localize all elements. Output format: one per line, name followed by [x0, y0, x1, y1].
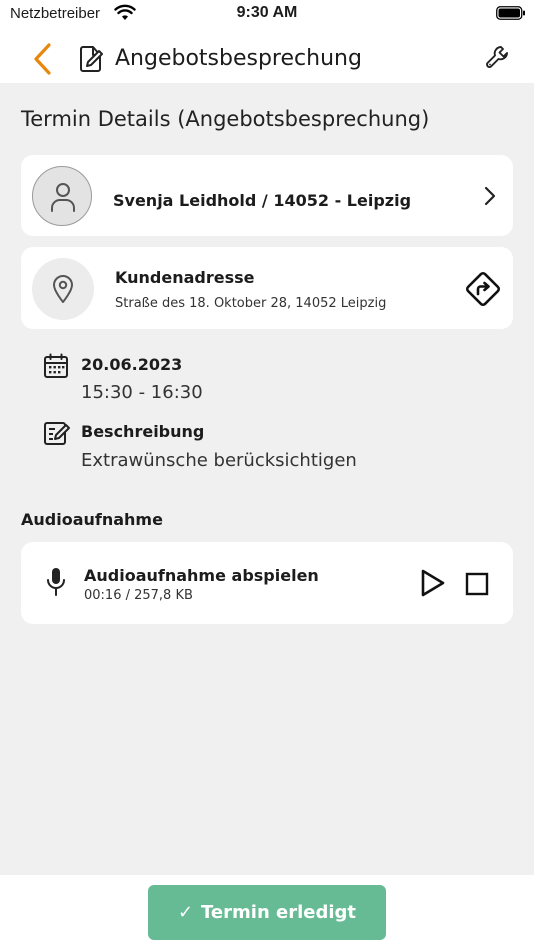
directions-icon[interactable] [463, 269, 503, 309]
audio-meta: 00:16 / 257,8 KB [84, 588, 193, 603]
battery-icon [496, 6, 525, 20]
section-title: Termin Details (Angebotsbesprechung) [21, 107, 430, 131]
checkmark-icon: ✓ [177, 902, 194, 923]
play-icon[interactable] [419, 568, 447, 598]
wrench-icon[interactable] [484, 44, 512, 72]
appointment-done-label: Termin erledigt [201, 902, 357, 923]
appointment-date: 20.06.2023 [81, 355, 183, 374]
page-title: Angebotsbesprechung [115, 46, 362, 71]
description-label: Beschreibung [81, 422, 205, 441]
address-value: Straße des 18. Oktober 28, 14052 Leipzig [115, 296, 387, 311]
status-bar: Netzbetreiber 9:30 AM [0, 0, 534, 30]
customer-card[interactable]: Svenja Leidhold / 14052 - Leipzig [21, 155, 513, 236]
back-chevron-icon[interactable] [30, 42, 56, 76]
location-pin-badge [32, 258, 94, 320]
description-text: Extrawünsche berücksichtigen [81, 450, 357, 471]
person-icon [51, 183, 75, 212]
edit-document-icon [80, 46, 103, 72]
bottom-bar: ✓ Termin erledigt [0, 875, 534, 950]
audio-heading: Audioaufnahme [21, 510, 163, 529]
address-card: Kundenadresse Straße des 18. Oktober 28,… [21, 247, 513, 329]
avatar [32, 166, 92, 226]
microphone-icon [47, 568, 65, 596]
appointment-time-range: 15:30 - 16:30 [81, 382, 203, 403]
chevron-right-icon [484, 186, 496, 206]
clock: 9:30 AM [236, 4, 298, 21]
appointment-done-button[interactable]: ✓ Termin erledigt [148, 885, 386, 940]
address-label: Kundenadresse [115, 268, 255, 287]
calendar-icon [44, 353, 68, 378]
audio-card: Audioaufnahme abspielen 00:16 / 257,8 KB [21, 542, 513, 624]
stop-icon[interactable] [465, 572, 489, 596]
audio-title: Audioaufnahme abspielen [84, 566, 319, 585]
edit-note-icon [44, 422, 70, 445]
customer-name: Svenja Leidhold / 14052 - Leipzig [113, 191, 412, 210]
nav-bar: Angebotsbesprechung [0, 30, 534, 83]
location-pin-icon [53, 275, 73, 303]
